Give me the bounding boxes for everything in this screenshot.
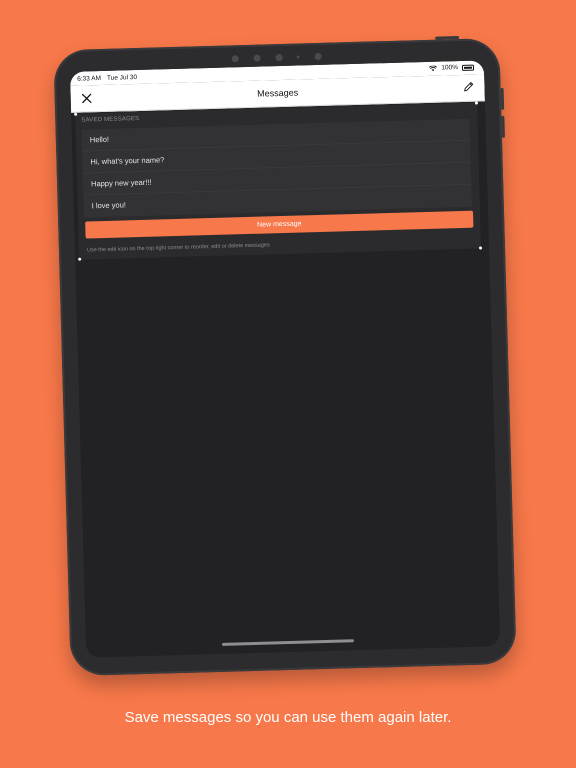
device-screen: 6:33 AM Tue Jul 30 100% Messages SAVED M… xyxy=(69,60,501,658)
message-list: Hello! Hi, what's your name? Happy new y… xyxy=(81,118,472,218)
status-time: 6:33 AM xyxy=(77,75,102,83)
resize-handle xyxy=(74,112,78,116)
sensor-dot xyxy=(314,52,322,60)
camera-dot xyxy=(253,54,261,62)
hint-text: Use the edit icon on the top right corne… xyxy=(86,242,270,254)
resize-handle xyxy=(474,101,479,105)
sensor-dot xyxy=(275,53,283,61)
home-indicator[interactable] xyxy=(221,639,354,646)
promo-caption: Save messages so you can use them again … xyxy=(124,709,452,726)
volume-button xyxy=(501,115,505,138)
saved-messages-sheet: SAVED MESSAGES Hello! Hi, what's your na… xyxy=(74,101,483,261)
status-left: 6:33 AM Tue Jul 30 xyxy=(77,74,143,83)
volume-button xyxy=(500,87,505,110)
tablet-device-frame: 6:33 AM Tue Jul 30 100% Messages SAVED M… xyxy=(53,36,517,677)
page-title: Messages xyxy=(256,87,299,99)
section-header: SAVED MESSAGES xyxy=(81,115,140,124)
battery-icon xyxy=(461,64,475,71)
wifi-icon xyxy=(429,65,438,71)
pencil-icon[interactable] xyxy=(462,81,474,93)
resize-handle xyxy=(478,246,483,250)
resize-handle xyxy=(78,257,82,261)
sensor-dot xyxy=(231,54,239,62)
status-date: Tue Jul 30 xyxy=(106,74,138,82)
power-button xyxy=(435,36,460,40)
camera-bar xyxy=(231,51,322,64)
promo-stage: 6:33 AM Tue Jul 30 100% Messages SAVED M… xyxy=(0,0,576,768)
sensor-dot xyxy=(296,54,300,59)
battery-percent: 100% xyxy=(441,64,459,72)
status-right: 100% xyxy=(429,64,475,72)
